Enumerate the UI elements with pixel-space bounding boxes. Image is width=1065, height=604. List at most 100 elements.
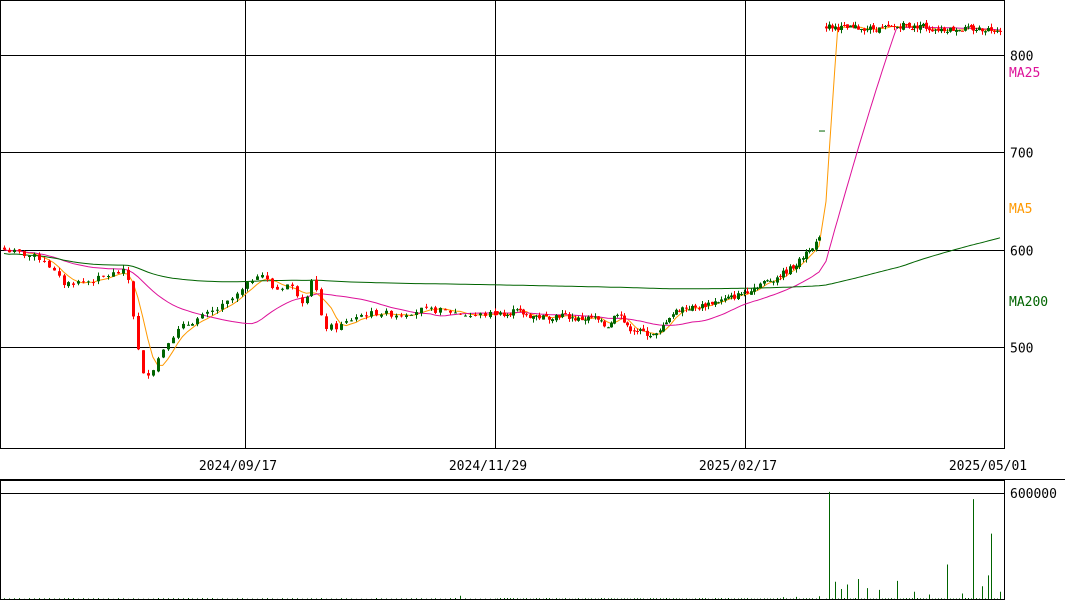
- candle-body: [978, 27, 981, 31]
- ma200-line: [3, 237, 1001, 290]
- candle-body: [964, 26, 967, 31]
- candle-body: [519, 308, 522, 311]
- candle-body: [714, 301, 717, 305]
- candle-body: [587, 316, 590, 321]
- candle-body: [743, 292, 746, 294]
- candle-body: [691, 305, 694, 311]
- candle-body: [633, 330, 636, 332]
- candle-body: [301, 297, 304, 304]
- candle-body: [878, 27, 881, 33]
- candle-body: [405, 315, 408, 317]
- candle-body: [975, 29, 978, 31]
- candle-body: [701, 304, 704, 309]
- candle-body: [981, 28, 984, 32]
- candle-body: [675, 309, 678, 315]
- candle-body: [43, 260, 46, 262]
- candle-body: [469, 316, 472, 318]
- candle-body: [815, 241, 818, 250]
- candle-body: [931, 29, 934, 32]
- candlesticks: [3, 19, 1002, 379]
- candle-body: [811, 248, 814, 251]
- candle-body: [117, 271, 120, 274]
- candle-body: [3, 247, 6, 250]
- candle-body: [18, 249, 21, 252]
- candle-body: [603, 321, 606, 327]
- candle-body: [849, 25, 852, 28]
- candle-body: [122, 268, 125, 274]
- candle-body: [704, 303, 707, 307]
- candle-body: [325, 316, 328, 329]
- candle-body: [571, 317, 574, 319]
- candle-body: [535, 315, 538, 317]
- candle-body: [63, 275, 66, 286]
- candle-body: [616, 314, 619, 316]
- price-tick-label: 700: [1010, 147, 1033, 162]
- candle-body: [925, 22, 928, 29]
- candle-body: [843, 24, 846, 26]
- candle-body: [23, 251, 26, 257]
- candle-body: [769, 280, 772, 282]
- candle-body: [167, 343, 170, 350]
- candle-body: [893, 26, 896, 28]
- candle-body: [649, 335, 652, 338]
- candle-body: [77, 281, 80, 284]
- candle-body: [776, 277, 779, 283]
- candle-body: [286, 284, 289, 290]
- candle-body: [782, 270, 785, 278]
- candle-body: [102, 275, 105, 277]
- candle-body: [928, 28, 931, 31]
- candle-body: [479, 313, 482, 316]
- candle-body: [746, 291, 749, 294]
- candle-body: [310, 280, 313, 297]
- candle-body: [345, 321, 348, 323]
- candle-body: [984, 31, 987, 33]
- candle-body: [639, 329, 642, 331]
- chart-svg: 500 600 700 800 2024/09/17 2024/11/29 2025/02…: [0, 0, 1065, 600]
- candle-body: [662, 325, 665, 332]
- candle-body: [211, 310, 214, 312]
- candle-body: [434, 307, 437, 313]
- price-tick-label: 600: [1010, 245, 1033, 260]
- candle-body: [659, 330, 662, 333]
- candle-body: [152, 370, 155, 376]
- candle-body: [818, 237, 821, 241]
- candle-body: [33, 254, 36, 257]
- candle-body: [949, 27, 952, 32]
- candle-body: [999, 30, 1002, 32]
- ma25-line: [3, 26, 1001, 326]
- candle-body: [251, 281, 254, 283]
- candle-body: [577, 317, 580, 321]
- candle-body: [503, 312, 506, 316]
- candle-body: [600, 320, 603, 322]
- candle-body: [555, 315, 558, 321]
- candle-body: [916, 25, 919, 29]
- candle-body: [574, 318, 577, 321]
- candle-body: [896, 26, 899, 28]
- date-axis: 2024/09/17 2024/11/29 2025/02/17 2025/05/01: [199, 459, 1027, 474]
- candle-body: [724, 298, 727, 301]
- candle-body: [866, 29, 869, 31]
- candle-body: [196, 318, 199, 325]
- candle-body: [779, 275, 782, 277]
- candle-body: [990, 27, 993, 31]
- candle-body: [385, 310, 388, 314]
- candle-body: [72, 283, 75, 285]
- candle-body: [943, 27, 946, 32]
- candle-body: [905, 24, 908, 26]
- candle-body: [532, 315, 535, 319]
- candle-body: [496, 311, 499, 314]
- candle-body: [785, 269, 788, 274]
- candle-body: [425, 306, 428, 308]
- candle-body: [711, 301, 714, 305]
- candle-body: [987, 28, 990, 32]
- candle-body: [291, 284, 294, 286]
- candle-body: [613, 315, 616, 324]
- legend-ma5: MA5: [1009, 202, 1032, 217]
- candle-body: [642, 328, 645, 332]
- candle-body: [395, 315, 398, 318]
- ma-legend: MA25 MA5 MA200: [1009, 66, 1048, 310]
- candle-body: [772, 281, 775, 283]
- candle-body: [911, 28, 914, 30]
- candle-body: [672, 314, 675, 317]
- candle-body: [694, 305, 697, 308]
